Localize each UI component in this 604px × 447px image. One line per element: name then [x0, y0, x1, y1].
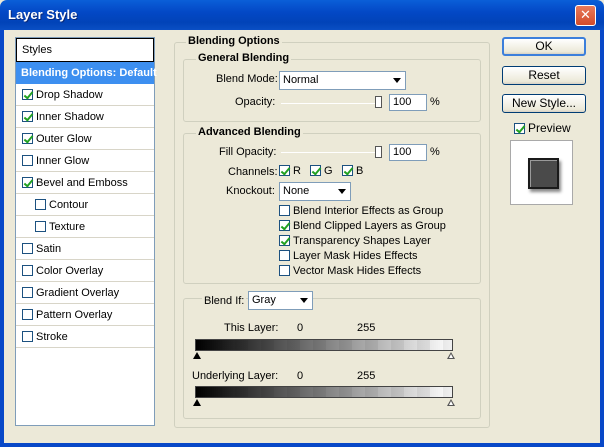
fill-opacity-label: Fill Opacity: — [219, 146, 277, 158]
channel-r-checkbox[interactable] — [279, 165, 290, 176]
style-inner-glow[interactable]: Inner Glow — [16, 150, 154, 172]
stroke-checkbox[interactable] — [22, 331, 33, 342]
preview-swatch — [528, 158, 559, 189]
styles-list: Styles Blending Options: Default Drop Sh… — [15, 37, 157, 426]
reset-button[interactable]: Reset — [502, 66, 586, 85]
style-drop-shadow[interactable]: Drop Shadow — [16, 84, 154, 106]
advanced-blending-title: Advanced Blending — [196, 126, 303, 138]
opacity-input[interactable]: 100 — [389, 94, 427, 111]
this-layer-min: 0 — [297, 322, 304, 334]
general-blending-group — [183, 59, 481, 122]
styles-header[interactable]: Styles — [16, 38, 154, 62]
underlying-layer-min: 0 — [297, 370, 304, 382]
blend-mode-select[interactable]: Normal — [279, 71, 406, 90]
window-frame-bottom — [0, 443, 604, 447]
knockout-select[interactable]: None — [279, 182, 351, 201]
underlying-layer-white-slider[interactable] — [447, 399, 455, 406]
blend-mode-label: Blend Mode: — [216, 73, 278, 85]
window-title: Layer Style — [8, 7, 78, 22]
opacity-unit: % — [430, 96, 440, 108]
this-layer-label: This Layer: — [224, 322, 279, 334]
chevron-down-icon — [300, 298, 308, 303]
channel-b-option[interactable]: B — [342, 165, 363, 177]
close-icon: ✕ — [580, 7, 591, 22]
channel-r-option[interactable]: R — [279, 165, 301, 177]
underlying-layer-label: Underlying Layer: — [192, 370, 279, 382]
blend-interior-checkbox[interactable] — [279, 205, 290, 216]
fill-opacity-unit: % — [430, 146, 440, 158]
knockout-label: Knockout: — [226, 185, 275, 197]
blend-clipped-option[interactable]: Blend Clipped Layers as Group — [279, 220, 446, 232]
underlying-layer-gradient — [195, 386, 453, 398]
opacity-slider-track[interactable] — [281, 103, 382, 104]
vector-mask-option[interactable]: Vector Mask Hides Effects — [279, 265, 421, 277]
transparency-shapes-checkbox[interactable] — [279, 235, 290, 246]
this-layer-max: 255 — [357, 322, 376, 334]
preview-option[interactable]: Preview — [514, 121, 571, 135]
new-style-button[interactable]: New Style... — [502, 94, 586, 113]
style-contour[interactable]: Contour — [16, 194, 154, 216]
style-blending-options[interactable]: Blending Options: Default — [16, 62, 157, 84]
blend-if-select[interactable]: Gray — [248, 291, 313, 310]
blend-clipped-checkbox[interactable] — [279, 220, 290, 231]
this-layer-gradient — [195, 339, 453, 351]
vector-mask-checkbox[interactable] — [279, 265, 290, 276]
opacity-label: Opacity: — [235, 96, 276, 108]
fill-opacity-slider-track[interactable] — [281, 152, 382, 153]
style-inner-shadow[interactable]: Inner Shadow — [16, 106, 154, 128]
style-satin[interactable]: Satin — [16, 238, 154, 260]
channel-g-checkbox[interactable] — [310, 165, 321, 176]
drop-shadow-checkbox[interactable] — [22, 89, 33, 100]
style-outer-glow[interactable]: Outer Glow — [16, 128, 154, 150]
fill-opacity-slider-thumb[interactable] — [375, 146, 382, 158]
blending-options-title: Blending Options — [186, 35, 282, 47]
style-stroke[interactable]: Stroke — [16, 326, 154, 348]
inner-shadow-checkbox[interactable] — [22, 111, 33, 122]
texture-checkbox[interactable] — [35, 221, 46, 232]
chevron-down-icon — [393, 78, 401, 83]
this-layer-black-slider[interactable] — [193, 352, 201, 359]
window-frame-right — [600, 30, 604, 447]
blend-if-group — [183, 298, 481, 419]
style-pattern-overlay[interactable]: Pattern Overlay — [16, 304, 154, 326]
style-gradient-overlay[interactable]: Gradient Overlay — [16, 282, 154, 304]
style-preview — [510, 140, 573, 205]
transparency-shapes-option[interactable]: Transparency Shapes Layer — [279, 235, 431, 247]
opacity-slider-thumb[interactable] — [375, 96, 382, 108]
general-blending-title: General Blending — [196, 52, 292, 64]
blend-if-label: Blend If: — [202, 295, 247, 307]
preview-checkbox[interactable] — [514, 123, 525, 134]
underlying-layer-max: 255 — [357, 370, 376, 382]
ok-button[interactable]: OK — [502, 37, 586, 56]
blend-interior-option[interactable]: Blend Interior Effects as Group — [279, 205, 443, 217]
gradient-overlay-checkbox[interactable] — [22, 287, 33, 298]
satin-checkbox[interactable] — [22, 243, 33, 254]
style-texture[interactable]: Texture — [16, 216, 154, 238]
layer-mask-checkbox[interactable] — [279, 250, 290, 261]
bevel-emboss-checkbox[interactable] — [22, 177, 33, 188]
underlying-layer-black-slider[interactable] — [193, 399, 201, 406]
layer-mask-option[interactable]: Layer Mask Hides Effects — [279, 250, 418, 262]
style-bevel-emboss[interactable]: Bevel and Emboss — [16, 172, 154, 194]
channels-label: Channels: — [228, 166, 278, 178]
style-color-overlay[interactable]: Color Overlay — [16, 260, 154, 282]
window-frame-left — [0, 30, 4, 447]
inner-glow-checkbox[interactable] — [22, 155, 33, 166]
this-layer-white-slider[interactable] — [447, 352, 455, 359]
fill-opacity-input[interactable]: 100 — [389, 144, 427, 161]
outer-glow-checkbox[interactable] — [22, 133, 33, 144]
color-overlay-checkbox[interactable] — [22, 265, 33, 276]
channel-b-checkbox[interactable] — [342, 165, 353, 176]
title-bar: Layer Style ✕ — [0, 0, 604, 30]
channel-g-option[interactable]: G — [310, 165, 333, 177]
contour-checkbox[interactable] — [35, 199, 46, 210]
close-button[interactable]: ✕ — [575, 5, 596, 26]
pattern-overlay-checkbox[interactable] — [22, 309, 33, 320]
chevron-down-icon — [338, 189, 346, 194]
